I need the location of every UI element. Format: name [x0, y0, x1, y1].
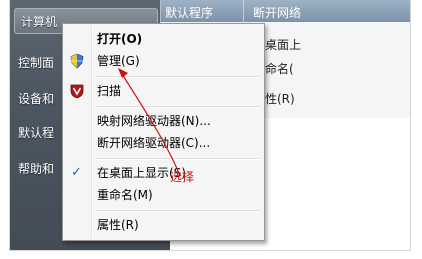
- menu-item-disconnect-network-drive[interactable]: 断开网络驱动器(C)...: [65, 132, 262, 154]
- menu-item-label: 映射网络驱动器(N)...: [97, 114, 211, 128]
- menu-item-rename[interactable]: 重命名(M): [65, 184, 262, 206]
- menu-separator: [95, 76, 260, 78]
- menu-item-label: 属性(R): [97, 218, 139, 232]
- annotation-label: 选择: [170, 170, 195, 184]
- start-item-default-programs[interactable]: 默认程: [18, 122, 54, 144]
- start-item-control-panel[interactable]: 控制面: [18, 52, 54, 74]
- checkmark-icon: ✓: [71, 165, 82, 180]
- menu-item-manage[interactable]: 管理(G): [65, 50, 262, 72]
- context-menu: 打开(O) 管理(G) 扫描 映射网络驱动器(N)... 断开网络驱动器(C).…: [62, 23, 265, 241]
- start-item-label: 计算机: [21, 15, 58, 29]
- menu-item-open[interactable]: 打开(O): [65, 28, 262, 50]
- menu-item-label: 打开(O): [97, 32, 143, 46]
- menu-item-label: 管理(G): [97, 54, 140, 68]
- start-item-label: 帮助和: [18, 162, 55, 176]
- screenshot-frame: 计算机 控制面 设备和 默认程 帮助和 默认程序 断开网络 在桌面上 重命名( …: [9, 0, 411, 251]
- menu-item-label: 断开网络驱动器(C)...: [97, 136, 211, 150]
- menu-item-map-network-drive[interactable]: 映射网络驱动器(N)...: [65, 110, 262, 132]
- start-item-label: 默认程: [18, 126, 55, 140]
- start-item-devices[interactable]: 设备和: [18, 88, 54, 110]
- menu-item-show-on-desktop[interactable]: ✓ 在桌面上显示(S): [65, 162, 262, 184]
- menu-separator: [95, 106, 260, 108]
- menu-separator: [95, 158, 260, 160]
- menu-separator: [95, 210, 260, 212]
- start-item-label: 控制面: [18, 56, 55, 70]
- start-item-label: 设备和: [18, 92, 55, 106]
- background-header-right: 断开网络: [253, 6, 302, 20]
- menu-item-scan[interactable]: 扫描: [65, 80, 262, 102]
- start-item-help[interactable]: 帮助和: [18, 158, 54, 180]
- menu-item-label: 重命名(M): [97, 188, 153, 202]
- antivirus-shield-icon: [69, 83, 85, 99]
- background-header-left: 默认程序: [165, 6, 214, 20]
- shield-icon: [69, 53, 85, 69]
- menu-item-properties[interactable]: 属性(R): [65, 214, 262, 236]
- menu-item-label: 扫描: [97, 84, 122, 98]
